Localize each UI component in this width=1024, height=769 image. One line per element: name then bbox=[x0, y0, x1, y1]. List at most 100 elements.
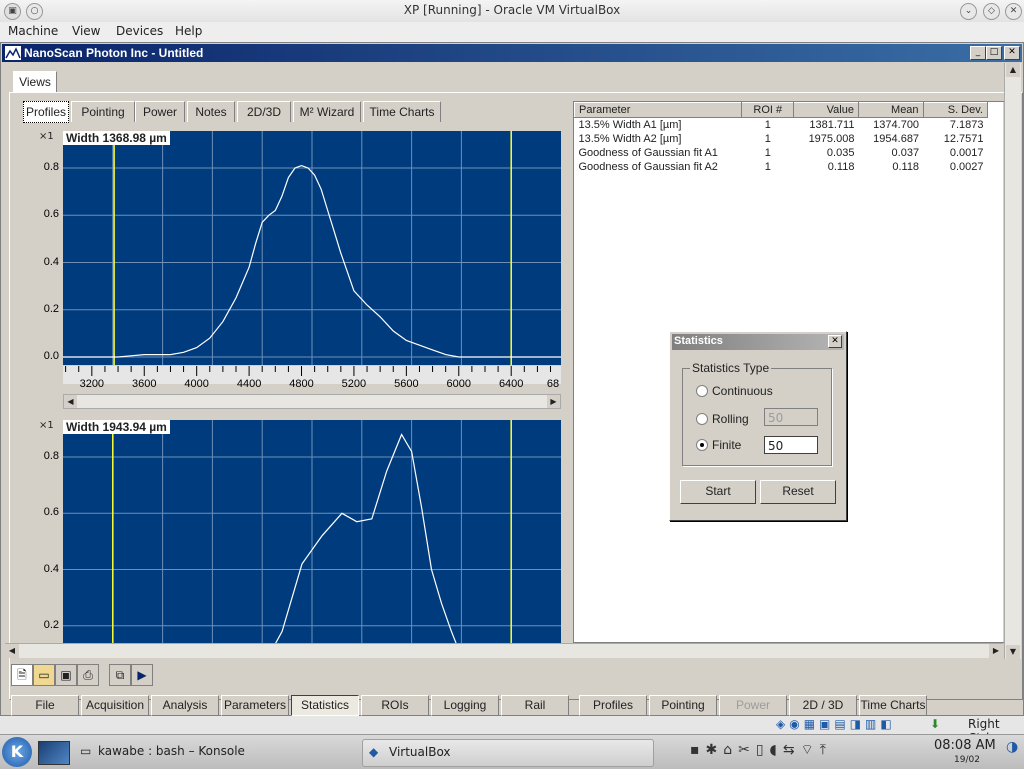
bottom-tab-logging[interactable]: Logging bbox=[431, 695, 499, 716]
app-maximize-icon[interactable]: □ bbox=[986, 46, 1002, 60]
bottom-tab-rail[interactable]: Rail bbox=[501, 695, 569, 716]
tab-notes[interactable]: Notes bbox=[187, 101, 235, 122]
tab-2d3d[interactable]: 2D/3D bbox=[237, 101, 291, 122]
y-tick-label: 0.2 bbox=[43, 618, 59, 631]
table-cell: 1381.711 bbox=[809, 119, 855, 131]
label-continuous: Continuous bbox=[712, 384, 773, 398]
vbox-device-icons[interactable]: ◈◉▦▣▤◨▥◧ bbox=[776, 717, 926, 731]
table-cell: 1 bbox=[764, 147, 771, 159]
tab-time-charts[interactable]: Time Charts bbox=[363, 101, 441, 122]
open-folder-icon[interactable]: ▭ bbox=[33, 664, 55, 686]
scroll-right-icon[interactable]: ▶ bbox=[547, 395, 560, 408]
bottom-tab-time-charts[interactable]: Time Charts bbox=[859, 695, 927, 716]
rolling-input[interactable]: 50 bbox=[764, 408, 818, 426]
tab-m2-wizard[interactable]: M² Wizard bbox=[293, 101, 361, 122]
table-cell: 7.1873 bbox=[949, 119, 984, 131]
table-cell: 0.118 bbox=[827, 161, 855, 173]
bottom-tab-file[interactable]: File bbox=[11, 695, 79, 716]
clock-date: 19/02 bbox=[954, 755, 980, 765]
save-icon[interactable]: ▣ bbox=[55, 664, 77, 686]
plot-area[interactable] bbox=[63, 131, 561, 365]
bottom-tab-pointing[interactable]: Pointing bbox=[649, 695, 717, 716]
new-file-icon[interactable]: 🗎 bbox=[11, 664, 33, 686]
bottom-tab-rois[interactable]: ROIs bbox=[361, 695, 429, 716]
table-row[interactable]: Goodness of Gaussian fit A2 1 0.118 0.118 0.… bbox=[575, 160, 988, 174]
y-tick-label: 0.0 bbox=[43, 350, 59, 362]
app-vertical-scrollbar[interactable]: ▲ ▼ bbox=[1004, 63, 1021, 659]
clock-time[interactable]: 08:08 AM bbox=[934, 738, 996, 753]
statistics-dialog: Statistics ✕ Statistics Type Continuous … bbox=[669, 331, 847, 521]
scroll-right-icon[interactable]: ▶ bbox=[989, 644, 1003, 658]
x-tick-label: 3600 bbox=[132, 378, 157, 390]
scroll-up-icon[interactable]: ▲ bbox=[1006, 63, 1020, 77]
table-cell: 0.0027 bbox=[949, 161, 984, 173]
desktop-pager-icon[interactable] bbox=[38, 741, 70, 765]
group-label: Statistics Type bbox=[690, 361, 772, 375]
col-mean[interactable]: Mean bbox=[857, 102, 924, 118]
bottom-tab-profiles[interactable]: Profiles bbox=[579, 695, 647, 716]
col-sdev[interactable]: S. Dev. bbox=[922, 102, 989, 118]
profile-chart-a2-svg bbox=[63, 420, 561, 683]
col-value[interactable]: Value bbox=[793, 102, 859, 118]
radio-rolling[interactable] bbox=[696, 413, 708, 425]
maximize-icon[interactable]: ◇ bbox=[983, 3, 1000, 20]
menu-devices[interactable]: Devices bbox=[116, 24, 163, 38]
reset-button[interactable]: Reset bbox=[760, 480, 836, 504]
table-row[interactable]: 13.5% Width A2 [µm] 1 1975.008 1954.687 12.7… bbox=[575, 132, 988, 146]
minimize-icon[interactable]: ⌄ bbox=[960, 3, 977, 20]
bottom-tab-power[interactable]: Power bbox=[719, 695, 787, 716]
bottom-tab-parameters[interactable]: Parameters bbox=[221, 695, 289, 716]
table-cell: 13.5% Width A1 [µm] bbox=[578, 119, 682, 131]
start-button[interactable]: Start bbox=[680, 480, 756, 504]
radio-continuous[interactable] bbox=[696, 385, 708, 397]
bottom-tab-acquisition[interactable]: Acquisition bbox=[81, 695, 149, 716]
app-title-bar: NanoScan Photon Inc - Untitled _ □ ✕ bbox=[2, 44, 1022, 62]
app-title: NanoScan Photon Inc - Untitled bbox=[24, 46, 204, 60]
tab-views[interactable]: Views bbox=[13, 71, 57, 92]
x-tick-label: 5600 bbox=[394, 378, 419, 390]
y-tick-label: 0.8 bbox=[43, 450, 59, 462]
x-tick-label: 68 bbox=[546, 378, 560, 390]
table-row[interactable]: Goodness of Gaussian fit A1 1 0.035 0.037 0.… bbox=[575, 146, 988, 160]
tab-pointing[interactable]: Pointing bbox=[71, 101, 135, 122]
table-row[interactable]: 13.5% Width A1 [µm] 1 1381.711 1374.700 7.18… bbox=[575, 118, 988, 133]
close-icon[interactable]: ✕ bbox=[1005, 3, 1022, 20]
host-menu-bar: Machine View Devices Help bbox=[0, 22, 1024, 42]
radio-finite[interactable] bbox=[696, 439, 708, 451]
col-roi[interactable]: ROI # bbox=[741, 102, 795, 118]
bottom-tab-statistics[interactable]: Statistics bbox=[291, 695, 359, 716]
app-minimize-icon[interactable]: _ bbox=[970, 46, 986, 60]
menu-help[interactable]: Help bbox=[175, 24, 202, 38]
tab-profiles[interactable]: Profiles bbox=[23, 101, 69, 123]
bottom-tab-analysis[interactable]: Analysis bbox=[151, 695, 219, 716]
task-virtualbox[interactable]: ◆ VirtualBox bbox=[362, 739, 654, 767]
table-cell: 0.118 bbox=[892, 161, 920, 173]
bottom-tab-2d3d[interactable]: 2D / 3D bbox=[789, 695, 857, 716]
x-tick-label: 4400 bbox=[236, 378, 262, 390]
plot-area[interactable] bbox=[63, 420, 561, 683]
scroll-down-icon[interactable]: ▼ bbox=[1006, 645, 1020, 659]
table-cell: 1975.008 bbox=[808, 133, 855, 145]
scroll-left-icon[interactable]: ◀ bbox=[64, 395, 77, 408]
table-cell: Goodness of Gaussian fit A2 bbox=[578, 161, 718, 173]
dialog-title: Statistics bbox=[674, 335, 723, 347]
col-parameter[interactable]: Parameter bbox=[573, 102, 743, 118]
table-cell: 1374.700 bbox=[873, 119, 920, 131]
copy-window-icon[interactable]: ⧉ bbox=[109, 664, 131, 686]
task-konsole[interactable]: ▭ kawabe : bash – Konsole bbox=[76, 739, 356, 765]
kde-menu-icon[interactable]: K bbox=[2, 737, 32, 767]
scroll-left-icon[interactable]: ◀ bbox=[5, 644, 19, 658]
play-icon[interactable]: ▶ bbox=[131, 664, 153, 686]
menu-machine[interactable]: Machine bbox=[8, 24, 58, 38]
finite-input[interactable]: 50 bbox=[764, 436, 818, 454]
horizontal-scrollbar[interactable]: ◀ ▶ bbox=[63, 394, 561, 409]
app-horizontal-scrollbar[interactable]: ◀ ▶ bbox=[5, 643, 1003, 658]
cashew-icon[interactable]: ◑ bbox=[1006, 739, 1022, 763]
menu-view[interactable]: View bbox=[72, 24, 100, 38]
keyboard-capture-icon[interactable]: ⬇ bbox=[930, 717, 940, 731]
system-tray-icons[interactable]: ▪✱⌂✂▯◖⇆⌔⤒ bbox=[690, 741, 920, 759]
app-close-icon[interactable]: ✕ bbox=[1004, 46, 1020, 60]
print-icon[interactable]: ⎙ bbox=[77, 664, 99, 686]
tab-power[interactable]: Power bbox=[135, 101, 185, 122]
dialog-close-icon[interactable]: ✕ bbox=[828, 335, 842, 348]
